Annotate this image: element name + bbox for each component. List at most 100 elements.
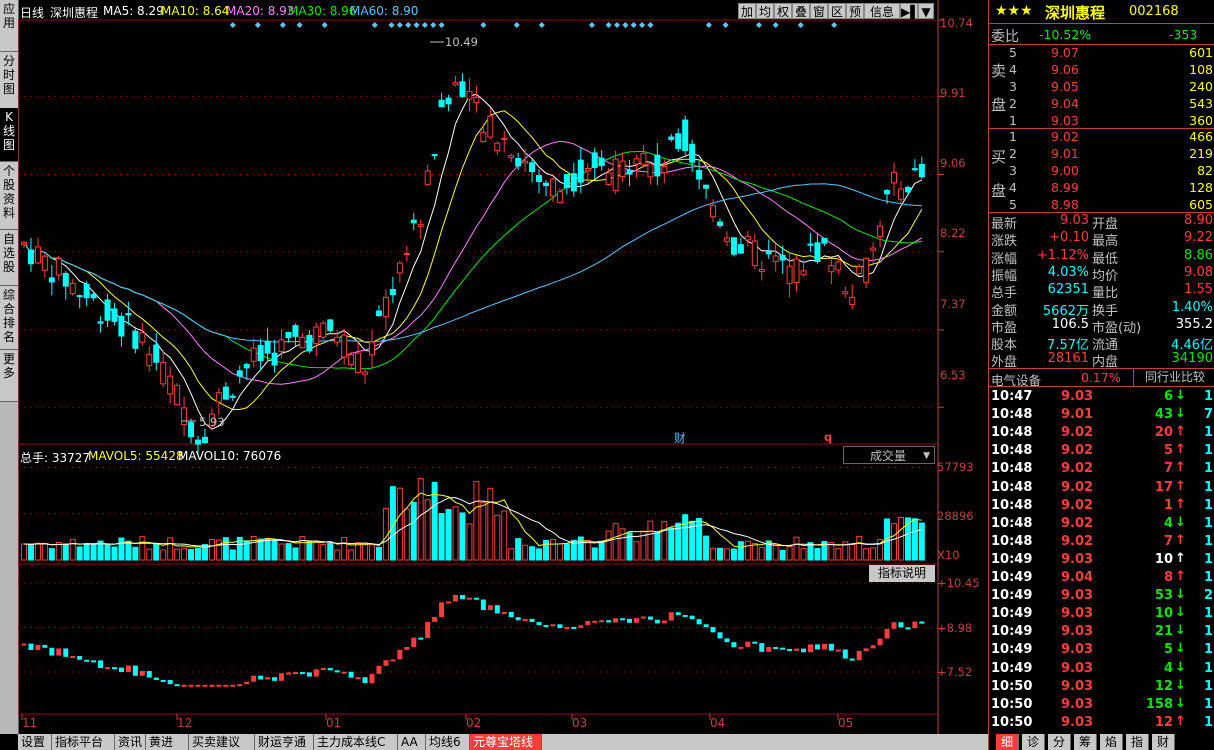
finance-marker[interactable]: 财: [674, 430, 686, 446]
indicator-bar: [501, 611, 507, 614]
bottom-tab-7[interactable]: 主力成本线C: [314, 734, 398, 750]
bottom-tab-9[interactable]: 均线6: [426, 734, 470, 750]
volume-bar: [647, 520, 654, 561]
candle-body: [682, 119, 689, 152]
candle-body: [758, 269, 765, 272]
tick-time: 10:49: [991, 570, 1033, 585]
candle-body: [62, 272, 69, 287]
candle-body: [828, 265, 835, 273]
toolbar-button-2[interactable]: 均: [756, 3, 774, 19]
quote-tab-4[interactable]: 筹: [1074, 734, 1097, 750]
indicator-help-button[interactable]: 指标说明: [869, 565, 935, 582]
bottom-tab-5[interactable]: 买卖建议: [189, 734, 255, 750]
indicator-bar: [515, 617, 521, 621]
tick-price: 9.03: [1061, 678, 1094, 694]
toolbar-button-3[interactable]: 权: [774, 3, 792, 19]
left-tab-7[interactable]: 更多: [0, 350, 18, 402]
toolbar-button-1[interactable]: 加: [738, 3, 756, 19]
candle-body: [821, 237, 828, 244]
candle-body: [508, 155, 515, 159]
volume-bar: [849, 544, 856, 561]
candle-body: [487, 115, 494, 138]
bottom-tab-4[interactable]: 黄进: [146, 734, 189, 750]
candle-body: [717, 221, 723, 227]
arrow-up-icon: ↑: [1175, 496, 1186, 512]
stat-label: 涨幅: [991, 251, 1018, 267]
kline-chart[interactable]: [18, 0, 988, 734]
candle-body: [522, 160, 529, 164]
arrow-down-icon: ↓: [1175, 623, 1186, 639]
toolbar-button-5[interactable]: 窗: [810, 3, 828, 19]
tick-count: 1: [1203, 714, 1213, 730]
indicator-bar: [306, 672, 312, 677]
buy-size: 605: [1189, 197, 1213, 212]
indicator-bar: [292, 672, 298, 675]
volume-bar: [605, 530, 612, 561]
candle-body: [396, 262, 403, 274]
dropdown-icon[interactable]: ▼: [918, 3, 934, 19]
indicator-bar: [661, 620, 667, 624]
candle-body: [375, 310, 382, 317]
toolbar-button-8[interactable]: 信息: [864, 3, 900, 19]
signal-diamond: [538, 22, 545, 28]
volume-bar: [515, 538, 522, 561]
quote-tab-3[interactable]: 分: [1048, 734, 1071, 750]
quote-tab-6[interactable]: 指: [1126, 734, 1149, 750]
quote-tab-5[interactable]: 焰: [1100, 734, 1123, 750]
q-marker[interactable]: q: [824, 430, 832, 444]
stat-value: 8.90: [1184, 213, 1213, 228]
arrow-up-icon: ↑: [1175, 442, 1186, 458]
quote-tab-1[interactable]: 细: [996, 734, 1019, 750]
arrow-down-icon: ↓: [1175, 605, 1186, 621]
volume-bar: [410, 501, 417, 561]
left-tab-1[interactable]: 应用: [0, 0, 18, 52]
stat-label: 股本: [991, 338, 1018, 354]
toolbar-button-6[interactable]: 区: [828, 3, 846, 19]
industry-compare-button[interactable]: 同行业比较: [1133, 369, 1214, 386]
tick-volume: 12: [1154, 678, 1173, 694]
price-tick: 8.22: [940, 226, 966, 240]
toolbar-button-7[interactable]: 预: [846, 3, 864, 19]
bottom-tab-1[interactable]: 设置: [18, 734, 52, 750]
bottom-tab-8[interactable]: AA: [398, 734, 426, 750]
indicator-bar: [766, 647, 772, 652]
arrow-up-icon: ↑: [1175, 424, 1186, 440]
candle-body: [751, 240, 758, 267]
indicator-bar: [216, 684, 222, 687]
sell-price: 9.05: [1051, 79, 1079, 94]
candle-body: [222, 386, 229, 400]
quote-tab-7[interactable]: 财: [1152, 734, 1175, 750]
candle-body: [90, 293, 97, 299]
left-tab-4[interactable]: 个股资料: [0, 162, 18, 230]
left-tab-6[interactable]: 综合排名: [0, 286, 18, 350]
collapse-icon[interactable]: ▶▌: [900, 3, 919, 19]
toolbar-button-4[interactable]: 叠: [792, 3, 810, 19]
bottom-tab-2[interactable]: 指标平台: [52, 734, 115, 750]
volume-bar: [21, 543, 27, 561]
bottom-tab-10[interactable]: 元尊宝塔线: [470, 734, 542, 750]
indicator-bar: [439, 602, 445, 617]
price-tick: 7.37: [940, 297, 966, 311]
tick-price: 9.02: [1061, 515, 1094, 531]
stat-label: 流通: [1092, 338, 1119, 354]
tick-count: 1: [1203, 533, 1213, 549]
left-tab-3[interactable]: K线图: [0, 108, 18, 162]
quote-tab-2[interactable]: 诊: [1022, 734, 1045, 750]
bottom-tab-3[interactable]: 资讯: [115, 734, 146, 750]
volume-bar: [417, 478, 424, 561]
indicator-bar: [480, 599, 486, 611]
low-annotation: 5.93: [199, 415, 225, 429]
volume-bar: [62, 543, 69, 561]
volume-bar: [396, 487, 403, 561]
x-axis-label: 11: [22, 716, 38, 730]
left-tab-2[interactable]: 分时图: [0, 52, 18, 110]
volume-bar: [501, 510, 508, 561]
indicator-bar: [153, 677, 159, 680]
indicator-bar: [508, 611, 514, 618]
webi-value: -10.52%: [1039, 27, 1092, 42]
candle-body: [229, 395, 236, 398]
left-tab-5[interactable]: 自选股: [0, 230, 18, 286]
bottom-tab-6[interactable]: 财运亨通: [255, 734, 314, 750]
tick-price: 9.04: [1061, 570, 1094, 585]
volume-selector[interactable]: 成交量 ▼: [843, 446, 935, 464]
